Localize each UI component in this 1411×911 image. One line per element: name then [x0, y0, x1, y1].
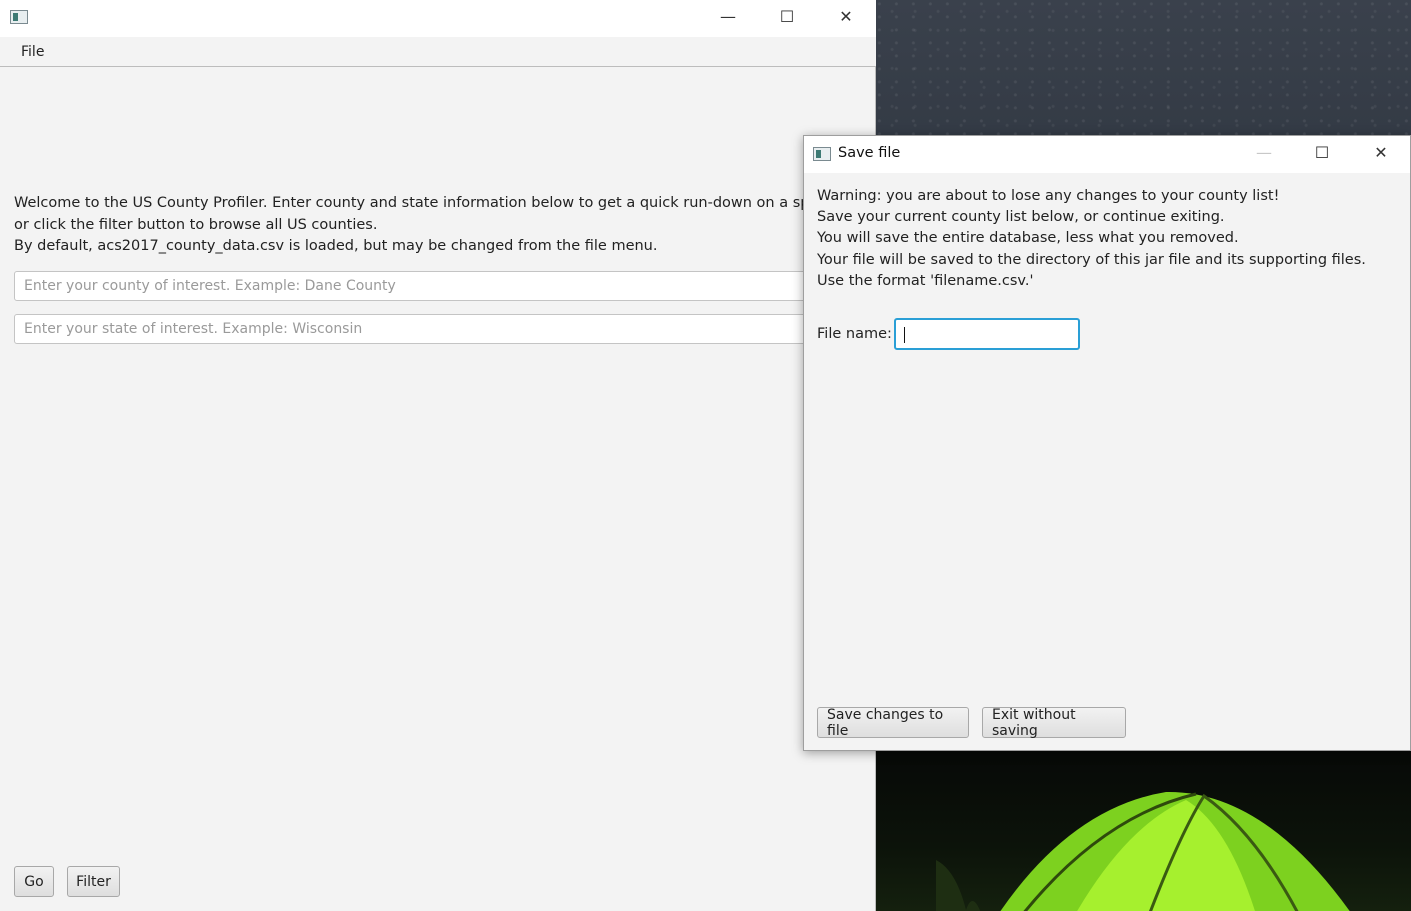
warning-line-2: Save your current county list below, or …	[817, 209, 1225, 226]
main-window-clip: — ☐ ✕ File Welcome to the US County Prof…	[0, 0, 876, 911]
filter-button[interactable]: Filter	[67, 866, 120, 897]
main-window: — ☐ ✕ File Welcome to the US County Prof…	[0, 0, 876, 911]
county-input[interactable]: Enter your county of interest. Example: …	[14, 270, 876, 301]
welcome-text-line-1: Welcome to the US County Profiler. Enter…	[14, 195, 876, 211]
warning-line-5: Use the format 'filename.csv.'	[817, 272, 1034, 289]
main-content: Welcome to the US County Profiler. Enter…	[14, 193, 876, 344]
dialog-body: Warning: you are about to lose any chang…	[817, 186, 1366, 292]
menu-bar: File	[0, 37, 876, 67]
dialog-minimize-button: —	[1235, 136, 1293, 169]
dialog-maximize-button[interactable]: ☐	[1293, 136, 1351, 169]
menu-file[interactable]: File	[10, 42, 55, 62]
minimize-icon: —	[720, 7, 736, 26]
close-icon: ✕	[839, 7, 853, 26]
close-button[interactable]: ✕	[817, 0, 875, 33]
go-button[interactable]: Go	[14, 866, 54, 897]
maximize-icon: ☐	[1314, 143, 1330, 162]
exit-without-saving-button[interactable]: Exit without saving	[982, 707, 1126, 739]
maximize-button[interactable]: ☐	[758, 0, 816, 33]
save-file-dialog: Save file — ☐ ✕ Warning: you are about t…	[803, 135, 1411, 751]
welcome-text-line-3: By default, acs2017_county_data.csv is l…	[14, 238, 658, 254]
file-name-input[interactable]	[893, 318, 1080, 350]
dialog-close-button[interactable]: ✕	[1352, 136, 1410, 169]
text-caret	[903, 327, 905, 343]
close-icon: ✕	[1374, 143, 1388, 162]
minimize-button[interactable]: —	[699, 0, 757, 33]
wallpaper-tent-scene	[876, 750, 1411, 911]
maximize-icon: ☐	[779, 7, 795, 26]
state-input[interactable]: Enter your state of interest. Example: W…	[14, 313, 876, 344]
warning-line-4: Your file will be saved to the directory…	[817, 251, 1366, 268]
file-name-label: File name:	[817, 326, 892, 342]
tent-image	[936, 791, 1350, 911]
dialog-title: Save file	[838, 145, 901, 161]
filename-row: File name:	[817, 318, 1080, 350]
save-changes-button[interactable]: Save changes to file	[817, 707, 969, 739]
main-titlebar[interactable]: — ☐ ✕	[0, 0, 876, 37]
dialog-titlebar[interactable]: Save file — ☐ ✕	[804, 136, 1410, 173]
warning-line-3: You will save the entire database, less …	[817, 230, 1239, 247]
welcome-text-line-2: or click the filter button to browse all…	[14, 216, 378, 233]
warning-line-1: Warning: you are about to lose any chang…	[817, 188, 1280, 204]
dialog-app-icon	[813, 147, 831, 161]
minimize-icon: —	[1256, 143, 1272, 162]
app-icon	[10, 10, 28, 24]
